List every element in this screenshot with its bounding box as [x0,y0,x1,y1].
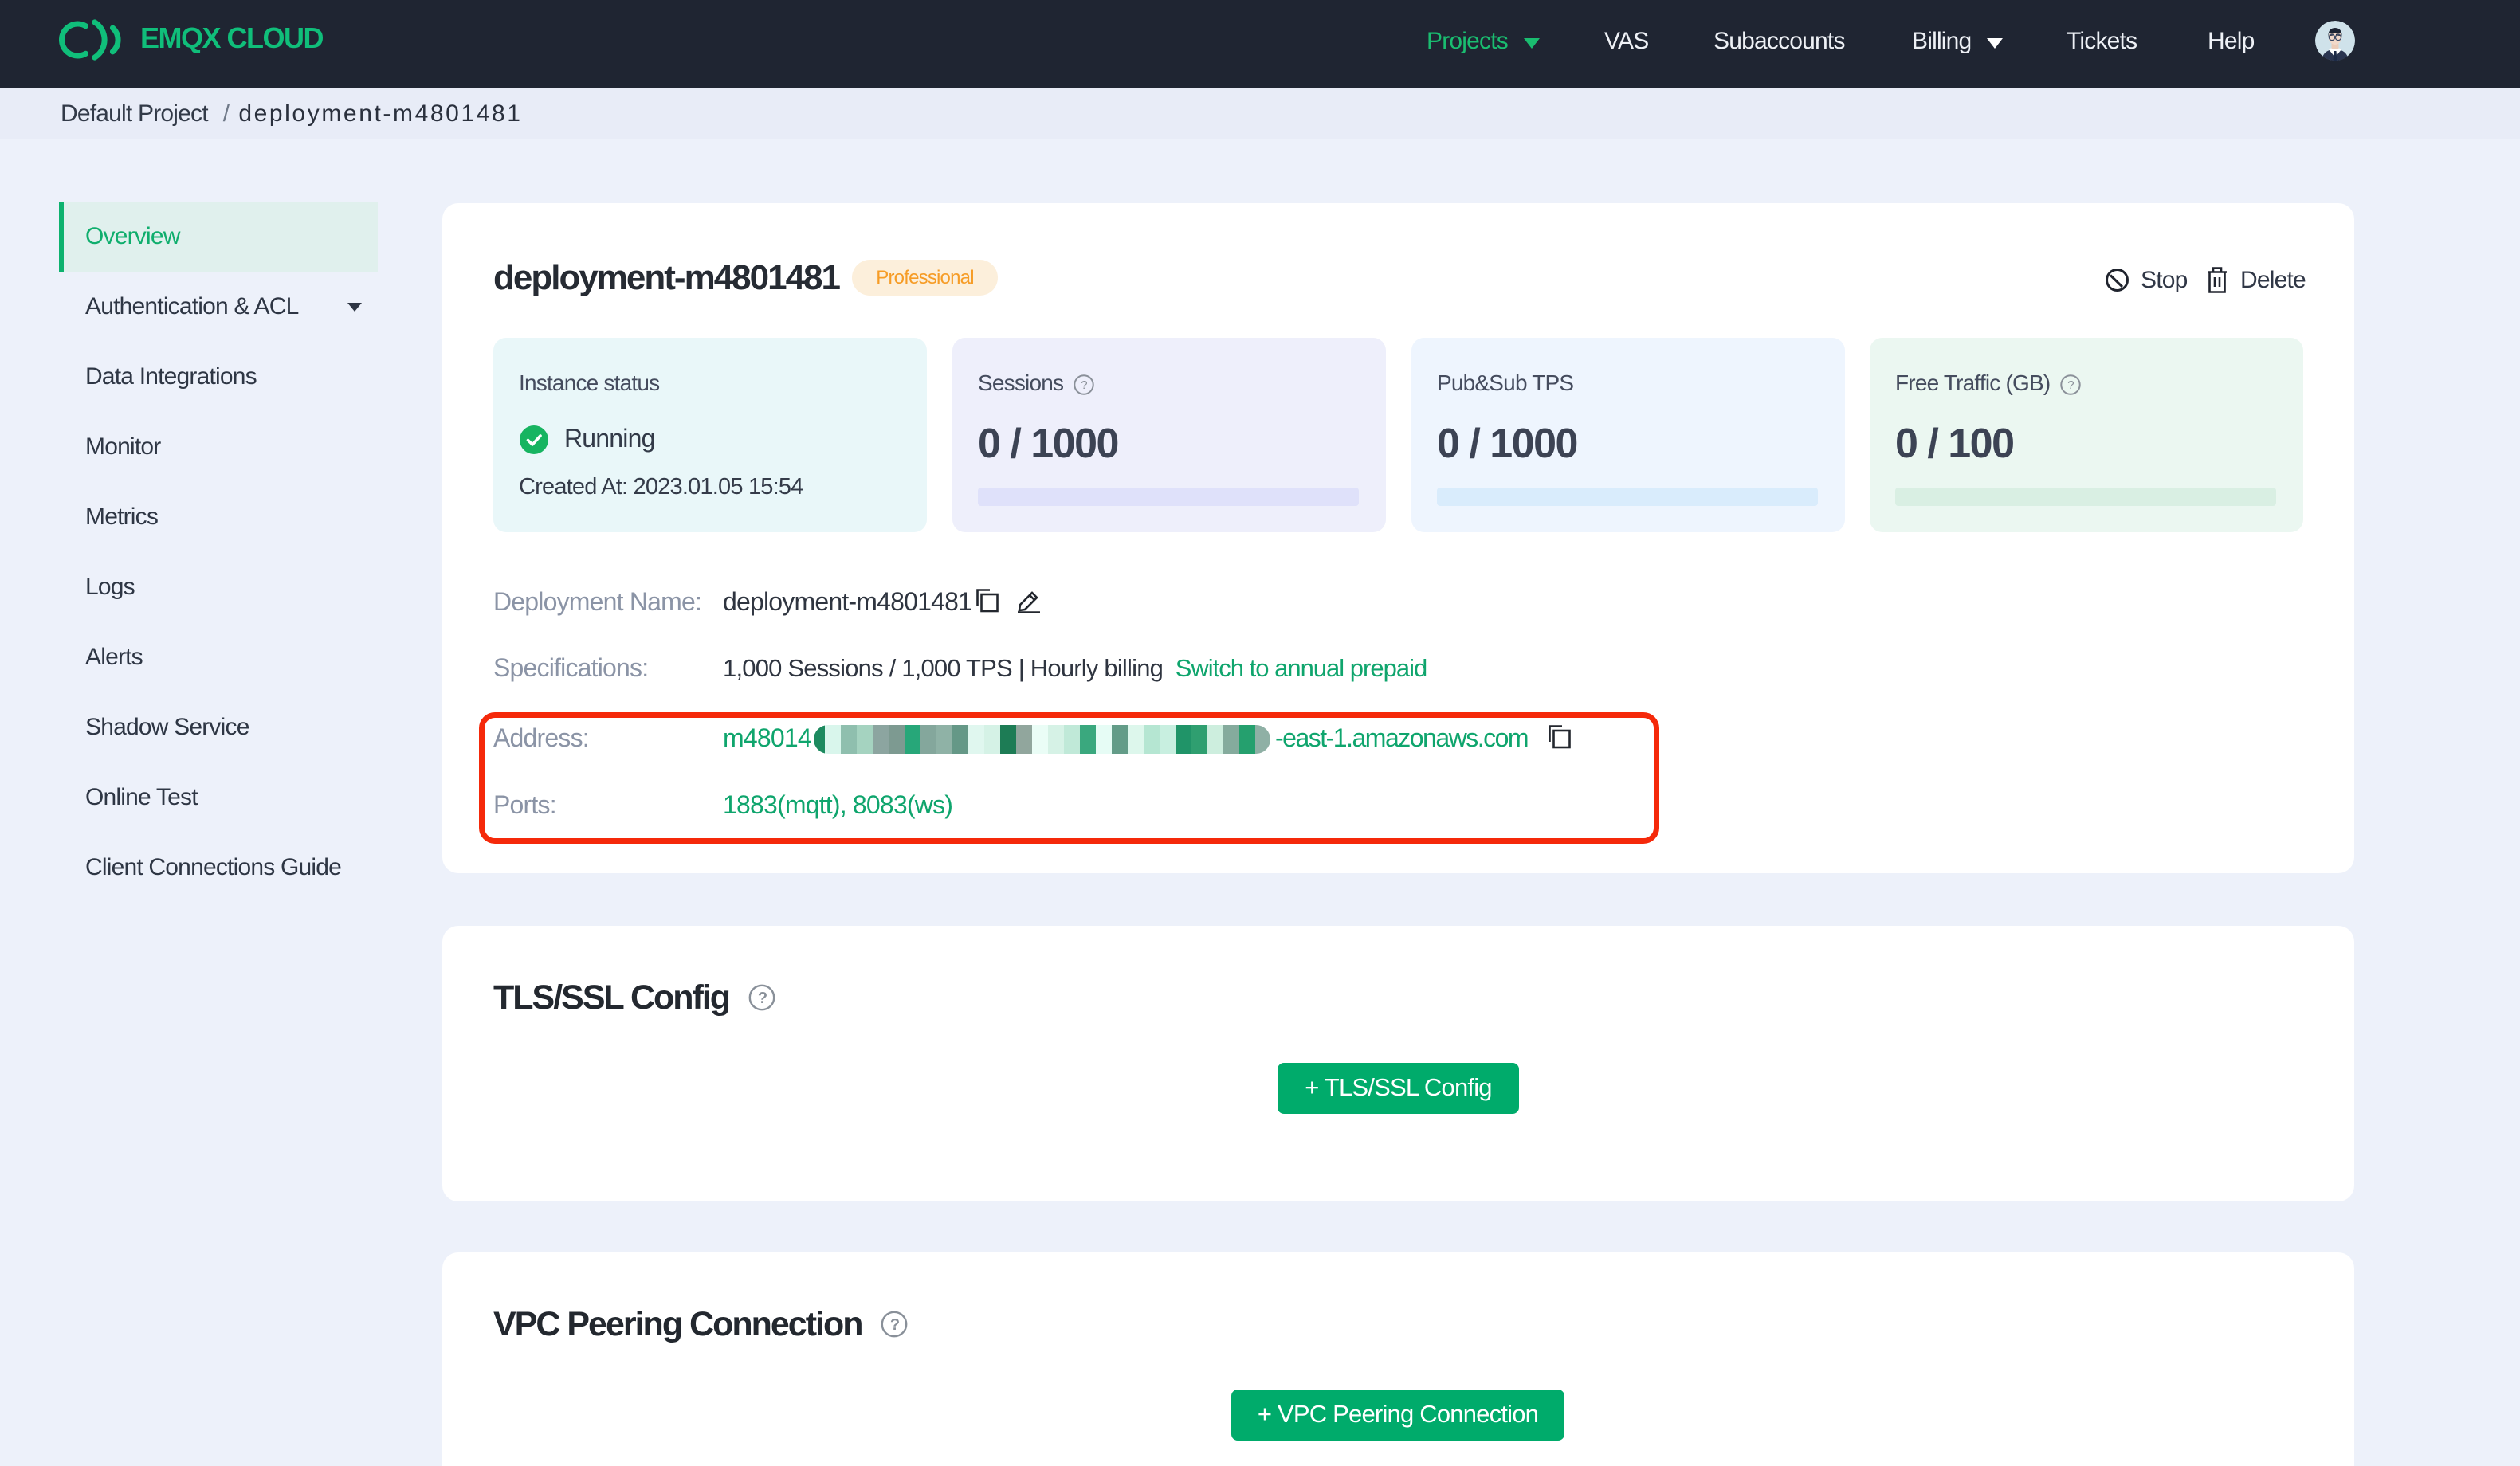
svg-text:?: ? [890,1316,900,1334]
svg-text:?: ? [1081,378,1087,392]
svg-text:?: ? [758,990,767,1007]
svg-text:?: ? [2068,378,2074,392]
